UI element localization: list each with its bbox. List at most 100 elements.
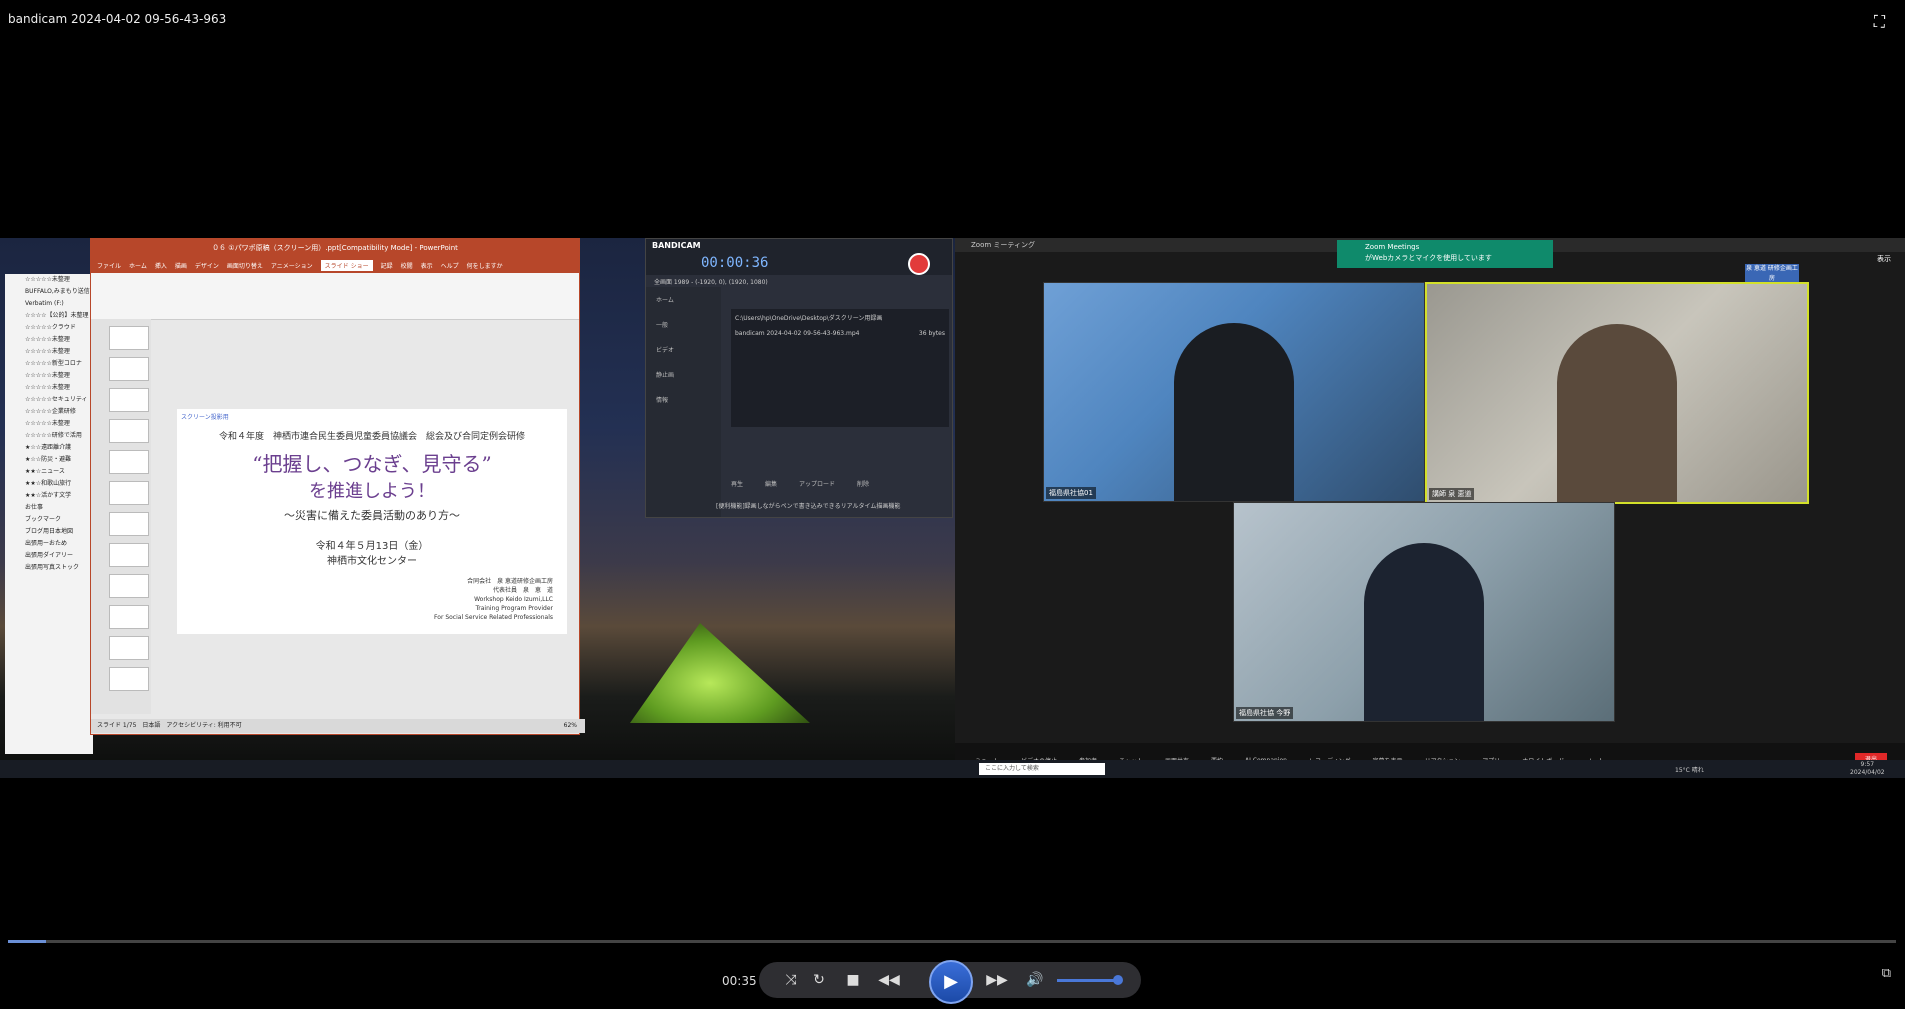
- explorer-row[interactable]: ブックマーク: [5, 514, 93, 526]
- slide-footer-line: 合同会社 泉 恵道研修企画工房: [467, 578, 553, 585]
- rewind-icon[interactable]: ◀◀: [877, 968, 901, 992]
- bandicam-window: BANDICAM 00:00:36 全画面 1989 - (-1920, 0),…: [645, 238, 953, 518]
- shuffle-icon[interactable]: ⤨: [779, 968, 803, 992]
- bandicam-nav-item[interactable]: 一般: [646, 312, 721, 337]
- explorer-row[interactable]: ☆☆☆☆【公的】未整理: [5, 310, 93, 322]
- slide-thumbnail[interactable]: [109, 326, 149, 350]
- bandicam-file-list: C:\Users\hp\OneDrive\Desktop\ダスクリーン用録画 b…: [731, 309, 949, 427]
- explorer-row[interactable]: お仕事: [5, 502, 93, 514]
- explorer-row[interactable]: ☆☆☆☆☆未整理: [5, 370, 93, 382]
- explorer-row[interactable]: 出張用写真ストック: [5, 562, 93, 574]
- explorer-row[interactable]: ☆☆☆☆☆クラウド: [5, 322, 93, 334]
- slide-thumbnail[interactable]: [109, 636, 149, 660]
- ppt-tab[interactable]: アニメーション: [271, 261, 313, 270]
- slide-thumbnail[interactable]: [109, 574, 149, 598]
- current-time: 00:35: [722, 974, 757, 988]
- participant-name: 福島県社協 今野: [1236, 707, 1294, 719]
- slide-thumbnail[interactable]: [109, 667, 149, 691]
- slide-line1: 令和４年度 神栖市連合民生委員児童委員協議会 総会及び合同定例会研修: [218, 432, 525, 442]
- bandicam-action-button[interactable]: 再生: [731, 479, 743, 488]
- taskbar-right: ここに入力して検索 15°C 晴れ 9:57 2024/04/02: [955, 760, 1905, 778]
- bandicam-logo: BANDICAM: [652, 241, 701, 250]
- explorer-row[interactable]: ☆☆☆☆☆未整理: [5, 382, 93, 394]
- bandicam-nav-item[interactable]: 静止画: [646, 362, 721, 387]
- explorer-row[interactable]: ☆☆☆☆☆企業研修: [5, 406, 93, 418]
- ppt-status-bar: スライド 1/75 日本語 アクセシビリティ: 利用不可 62%: [91, 719, 585, 733]
- ppt-tab[interactable]: 描画: [175, 261, 187, 270]
- mini-player-icon[interactable]: ⧉: [1882, 966, 1891, 981]
- explorer-row[interactable]: ★★☆活かす文学: [5, 490, 93, 502]
- bandicam-action-button[interactable]: 削除: [857, 479, 869, 488]
- bandicam-nav-item[interactable]: ホーム: [646, 287, 721, 312]
- taskbar-search[interactable]: ここに入力して検索: [979, 763, 1105, 775]
- ppt-tab[interactable]: 校閲: [401, 261, 413, 270]
- bandicam-action-button[interactable]: アップロード: [799, 479, 835, 488]
- participant-video-3[interactable]: 福島県社協 今野: [1233, 502, 1615, 722]
- repeat-icon[interactable]: ↻: [807, 968, 831, 992]
- explorer-row[interactable]: ☆☆☆☆☆セキュリティ: [5, 394, 93, 406]
- explorer-row[interactable]: ★☆☆防災・避難: [5, 454, 93, 466]
- explorer-row[interactable]: Verbatim (F:): [5, 298, 93, 310]
- slide-footer-line: For Social Service Related Professionals: [434, 614, 553, 621]
- ppt-tab[interactable]: 挿入: [155, 261, 167, 270]
- ppt-tab[interactable]: 表示: [421, 261, 433, 270]
- bandicam-sidebar: ホーム 一般 ビデオ 静止画 情報: [646, 287, 721, 517]
- powerpoint-window: ０６ ①パワポ原稿（スクリーン用）.ppt[Compatibility Mode…: [90, 238, 585, 735]
- explorer-row[interactable]: ★★☆ニュース: [5, 466, 93, 478]
- slide-thumbnail[interactable]: [109, 605, 149, 629]
- explorer-row[interactable]: ☆☆☆☆☆未整理: [5, 346, 93, 358]
- explorer-row[interactable]: ★★☆和歌山旅行: [5, 478, 93, 490]
- slide-thumbnail[interactable]: [109, 357, 149, 381]
- explorer-row[interactable]: 出張用ダイアリー: [5, 550, 93, 562]
- ppt-tab[interactable]: 画面切り替え: [227, 261, 263, 270]
- explorer-row[interactable]: BUFFALO,みまもり送信: [5, 286, 93, 298]
- explorer-row[interactable]: 出張用ーおため: [5, 538, 93, 550]
- slide-thumbnail[interactable]: [109, 450, 149, 474]
- zoom-toast: Zoom Meetings がWebカメラとマイクを使用しています: [1337, 240, 1553, 268]
- volume-fill: [1057, 979, 1118, 982]
- ppt-tab[interactable]: ホーム: [129, 261, 147, 270]
- explorer-row[interactable]: ☆☆☆☆☆未整理: [5, 274, 93, 286]
- volume-icon[interactable]: 🔊: [1023, 968, 1047, 992]
- stop-icon[interactable]: ■: [841, 968, 865, 992]
- file-name: bandicam 2024-04-02 09-56-43-963.mp4: [735, 330, 860, 337]
- slide-thumbnail[interactable]: [109, 543, 149, 567]
- volume-knob[interactable]: [1112, 975, 1123, 985]
- explorer-row[interactable]: ブログ用日本地図: [5, 526, 93, 538]
- explorer-row[interactable]: ☆☆☆☆☆未整理: [5, 418, 93, 430]
- weather: 15°C 晴れ: [1675, 767, 1704, 774]
- explorer-row[interactable]: ★☆☆遠距離介護: [5, 442, 93, 454]
- slide-thumbnail[interactable]: [109, 419, 149, 443]
- ppt-tab[interactable]: デザイン: [195, 261, 219, 270]
- ppt-tab[interactable]: 何をしますか: [467, 261, 503, 270]
- participant-silhouette: [1364, 543, 1484, 721]
- view-button[interactable]: 表示: [1877, 254, 1891, 264]
- bandicam-nav-item[interactable]: ビデオ: [646, 337, 721, 362]
- ppt-tab[interactable]: スライド ショー: [320, 259, 373, 271]
- participant-video-2[interactable]: 講師 泉 恵道: [1425, 282, 1809, 504]
- play-button[interactable]: ▶: [929, 960, 973, 1004]
- record-stop-button[interactable]: [908, 253, 930, 275]
- ppt-tab[interactable]: 記録: [381, 261, 393, 270]
- bandicam-file-row[interactable]: bandicam 2024-04-02 09-56-43-963.mp4 36 …: [735, 330, 945, 337]
- ppt-tab[interactable]: ヘルプ: [441, 261, 459, 270]
- participant-silhouette: [1174, 323, 1294, 501]
- slide-thumbnail[interactable]: [109, 512, 149, 536]
- bandicam-action-button[interactable]: 編集: [765, 479, 777, 488]
- slide-thumbnail[interactable]: [109, 481, 149, 505]
- participant-video-1[interactable]: 福島県社協01: [1043, 282, 1425, 502]
- explorer-row[interactable]: ☆☆☆☆☆研修で活用: [5, 430, 93, 442]
- explorer-row[interactable]: ☆☆☆☆☆新型コロナ: [5, 358, 93, 370]
- ppt-zoom-level[interactable]: 62%: [564, 719, 585, 733]
- explorer-row[interactable]: ☆☆☆☆☆未整理: [5, 334, 93, 346]
- fast-forward-icon[interactable]: ▶▶: [985, 968, 1009, 992]
- ppt-tab[interactable]: ファイル: [97, 261, 121, 270]
- slide-thumbnail[interactable]: [109, 388, 149, 412]
- seek-bar[interactable]: [8, 940, 1896, 943]
- volume-slider[interactable]: [1057, 975, 1123, 985]
- fullscreen-toggle-icon[interactable]: ⛶: [1874, 12, 1885, 32]
- recording-time: 00:00:36: [701, 255, 769, 271]
- toast-body: がWebカメラとマイクを使用しています: [1365, 254, 1492, 262]
- file-size: 36 bytes: [918, 330, 945, 337]
- bandicam-nav-item[interactable]: 情報: [646, 387, 721, 412]
